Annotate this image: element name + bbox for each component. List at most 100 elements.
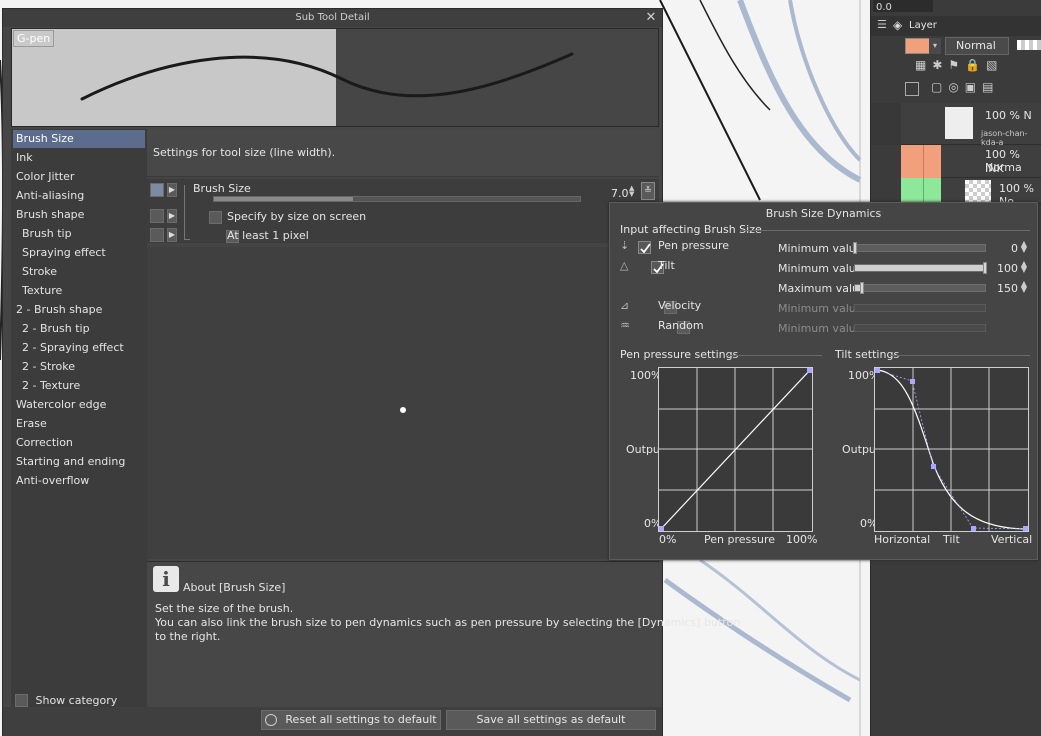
expand-arrow-icon[interactable]: ▶ [167,183,177,197]
expand-arrow-icon[interactable]: ▶ [167,209,177,223]
category-item[interactable]: Watercolor edge [13,396,145,414]
close-icon[interactable]: ✕ [644,9,658,27]
reset-button-label: Reset all settings to default [285,713,437,726]
brush-size-value[interactable]: 7.0 [611,187,629,200]
dynamics-param-label: Maximum value [778,282,866,295]
category-item[interactable]: Ink [13,149,145,167]
brush-size-dynamics-popup: Brush Size Dynamics Input affecting Brus… [609,202,1038,560]
dynamics-input-label: Velocity [658,299,702,312]
category-item[interactable]: 2 - Stroke [13,358,145,376]
layer-tool-icons[interactable]: ▦✱⚑🔒▧ [915,58,1041,78]
brush-size-dot [400,407,406,413]
spin-arrows-icon[interactable]: ▲ ▼ [1020,280,1028,294]
slider-knob[interactable] [859,282,864,294]
pen-graph-x-mid: Pen pressure [704,533,775,546]
pen-graph-x-left: 0% [659,533,677,546]
layer-visibility[interactable] [871,103,901,145]
value-field[interactable]: 0.0 [873,0,933,13]
info-line: You can also link the brush size to pen … [155,616,741,629]
brush-size-slider[interactable] [213,196,581,202]
tool-name-label: G-pen [13,30,55,47]
tilt-icon: △ [620,259,629,272]
eye-icon[interactable] [901,145,923,178]
dynamics-input-label: Pen pressure [658,239,729,252]
visibility-toggle[interactable] [150,228,164,242]
stroke-preview: G-pen [11,28,659,127]
pen-graph-y-top: 100% [630,369,662,382]
specify-by-size-checkbox[interactable] [209,210,222,224]
tilt-graph-x-left: Horizontal [874,533,931,546]
dialog-footer: Reset all settings to default Save all s… [3,707,662,736]
dynamics-value[interactable]: 150 [988,282,1018,295]
slider-knob[interactable] [853,242,857,254]
slider-knob[interactable] [983,262,987,274]
category-item[interactable]: Color Jitter [13,168,145,186]
dynamics-param-label: Minimum value [778,302,863,315]
pen-pressure-graph[interactable] [658,367,813,532]
info-line: Set the size of the brush. [155,602,294,615]
layer-name: INK [985,162,1004,175]
pen-graph-x-right: 100% [786,533,818,546]
layer-action-icons[interactable]: ▢◎▣▤ [931,80,1041,100]
save-button-label: Save all settings as default [476,713,626,726]
category-item[interactable]: Starting and ending [13,453,145,471]
dynamics-slider[interactable] [854,282,986,294]
settings-area: Settings for tool size (line width). ▶ ▶… [147,129,659,559]
category-item[interactable]: 2 - Texture [13,377,145,395]
spin-arrows-icon[interactable]: ▲ ▼ [1020,260,1028,274]
checkmark-icon [640,242,651,253]
at-least-1px-label: At least 1 pixel [227,229,309,242]
tilt-graph-x-right: Vertical [991,533,1033,546]
dynamics-value[interactable]: 100 [988,262,1018,275]
save-all-settings-button[interactable]: Save all settings as default [446,710,656,730]
layer-settings-icon[interactable] [905,82,919,96]
dynamics-value[interactable]: 0 [988,242,1018,255]
brush-size-label: Brush Size [193,182,251,195]
category-item[interactable]: Anti-overflow [13,472,145,490]
category-item[interactable]: Brush tip [13,225,145,243]
layer-color-label [923,178,941,204]
layer-tab-bar: ☰ ◈ Layer [871,16,1041,36]
eye-icon[interactable] [150,183,164,197]
category-item[interactable]: 2 - Spraying effect [13,339,145,357]
layer-color-label [923,145,941,178]
spin-arrows-icon[interactable]: ▲ ▼ [629,185,634,198]
dynamics-slider[interactable] [853,242,986,254]
category-item[interactable]: Erase [13,415,145,433]
reset-all-settings-button[interactable]: Reset all settings to default [261,710,441,730]
dynamics-param-label: Minimum value [778,322,863,335]
expand-arrow-icon[interactable]: ▶ [167,228,177,242]
tab-layer[interactable]: Layer [909,20,937,31]
velocity-icon: ⊿ [620,299,630,312]
tilt-graph[interactable] [874,367,1029,532]
info-icon: i [153,566,179,592]
dynamics-button[interactable]: ≚ [641,182,655,200]
dynamics-input-label: Tilt [658,259,675,272]
spin-arrows-icon[interactable]: ▲ ▼ [1020,240,1028,254]
category-item[interactable]: 2 - Brush tip [13,320,145,338]
pen-pressure-curve [659,368,812,531]
opacity-preview [1017,40,1041,50]
category-item[interactable]: Stroke [13,263,145,281]
dynamics-slider[interactable] [854,262,987,274]
visibility-toggle[interactable] [150,209,164,223]
category-list[interactable]: Brush Size Ink Color Jitter Anti-aliasing Br… [11,129,147,707]
chevron-down-icon[interactable]: ▾ [929,38,941,54]
category-item[interactable]: Correction [13,434,145,452]
category-item[interactable]: Anti-aliasing [13,187,145,205]
show-category-box[interactable] [15,693,28,707]
blend-mode-select[interactable]: Normal [945,37,1009,55]
menu-icon[interactable]: ☰ [877,18,887,31]
category-item[interactable]: Texture [13,282,145,300]
pen-pressure-icon: ⇣ [620,239,630,252]
category-item[interactable]: Brush shape [13,206,145,224]
layer-opacity: 100 % N [985,109,1032,122]
category-item[interactable]: Brush Size [13,130,145,148]
category-item[interactable]: 2 - Brush shape [13,301,145,319]
eye-icon[interactable] [901,178,923,204]
info-panel: i About [Brush Size] Set the size of the… [147,561,740,707]
layer-row[interactable]: 100 % N jason-chan-kda-a [901,103,1041,147]
category-item[interactable]: Spraying effect [13,244,145,262]
dynamics-checkbox[interactable] [638,240,651,254]
size-preview [147,247,659,559]
